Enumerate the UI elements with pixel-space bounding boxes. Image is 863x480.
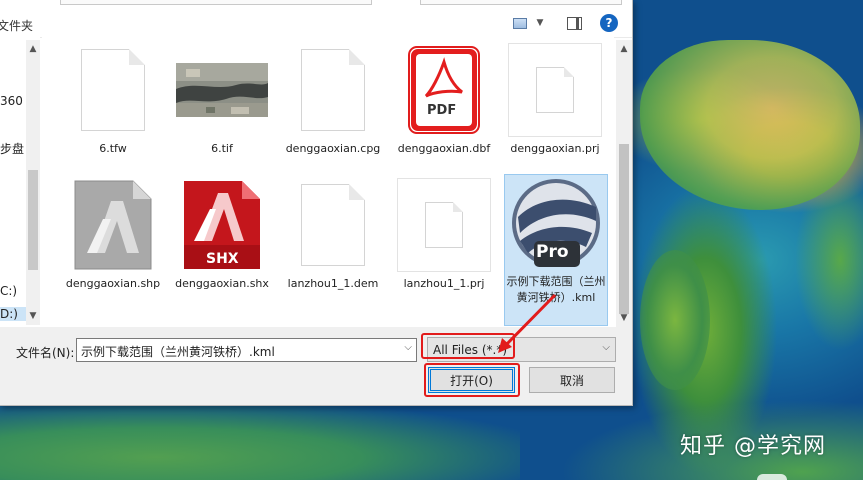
annotation-arrow — [498, 293, 557, 353]
watermark: 知乎 @学究网 — [680, 434, 826, 459]
map-overlay-edge — [757, 474, 787, 480]
